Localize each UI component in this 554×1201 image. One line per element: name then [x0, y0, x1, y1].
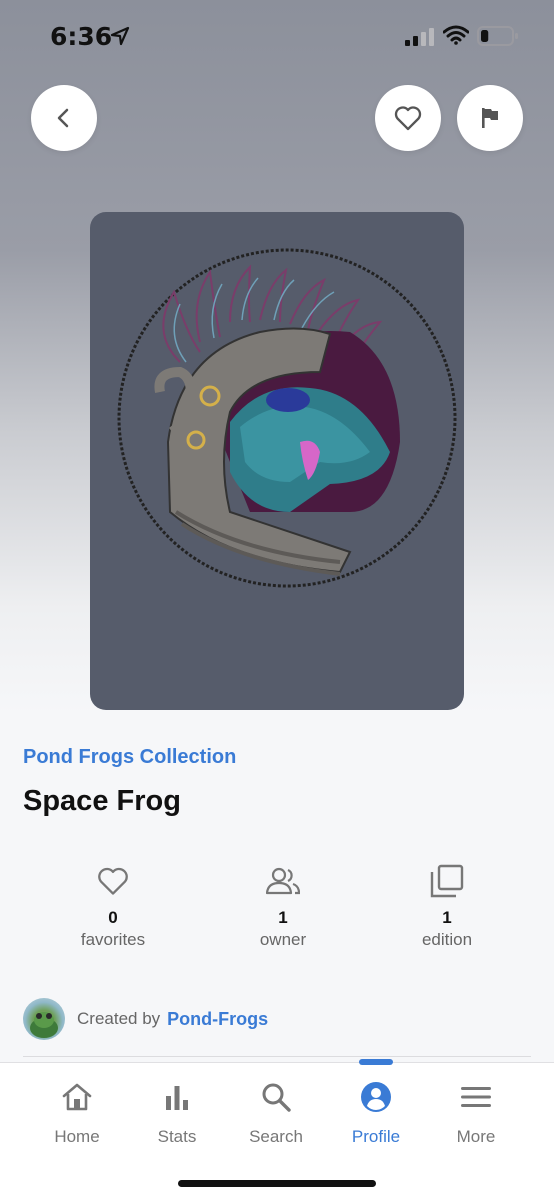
status-bar: 6:36	[0, 0, 554, 72]
stat-value: 1	[442, 908, 452, 927]
report-flag-button[interactable]	[457, 85, 523, 151]
creator-name-link[interactable]: Pond-Frogs	[167, 1009, 268, 1030]
flag-icon	[482, 108, 498, 128]
collection-link[interactable]: Pond Frogs Collection	[23, 746, 236, 769]
artwork-card[interactable]	[90, 212, 464, 710]
stat-owner[interactable]: 1 owner	[203, 862, 363, 950]
tab-stats[interactable]: Stats	[127, 1077, 227, 1147]
tab-search[interactable]: Search	[226, 1077, 326, 1147]
copy-icon	[430, 864, 464, 898]
divider	[23, 1056, 531, 1057]
menu-icon	[461, 1087, 491, 1107]
tab-home[interactable]: Home	[27, 1077, 127, 1147]
favorite-button[interactable]	[375, 85, 441, 151]
heart-icon	[98, 867, 128, 895]
back-button[interactable]	[31, 85, 97, 151]
cellular-signal-icon	[405, 28, 434, 46]
stat-favorites: 0 favorites	[33, 862, 193, 950]
page-title: Space Frog	[23, 785, 181, 817]
home-indicator	[178, 1180, 376, 1187]
creator-avatar[interactable]	[23, 998, 65, 1040]
stat-label: owner	[259, 930, 307, 949]
heart-icon	[394, 106, 422, 131]
stat-edition: 1 edition	[367, 862, 527, 950]
space-frog-artwork	[117, 248, 457, 588]
home-icon	[62, 1083, 92, 1111]
creator-row[interactable]: Created by Pond-Frogs	[23, 997, 268, 1041]
location-arrow-icon	[110, 26, 130, 46]
tab-label: More	[456, 1127, 496, 1146]
bar-chart-icon	[166, 1086, 188, 1110]
stat-value: 1	[278, 908, 288, 927]
created-by-label: Created by	[77, 1009, 161, 1028]
tab-label: Profile	[351, 1127, 401, 1146]
status-time: 6:36	[50, 22, 113, 51]
users-icon	[266, 867, 300, 895]
battery-icon	[477, 26, 518, 46]
frog-avatar-image	[30, 1012, 58, 1038]
tab-profile[interactable]: Profile	[326, 1077, 426, 1147]
chevron-left-icon	[57, 108, 69, 128]
tab-label: Stats	[157, 1127, 197, 1146]
tab-more[interactable]: More	[426, 1077, 526, 1147]
active-tab-indicator	[359, 1059, 393, 1065]
wifi-icon	[443, 25, 469, 45]
stat-label: edition	[421, 930, 473, 949]
stat-label: favorites	[80, 930, 146, 949]
tab-label: Home	[54, 1127, 100, 1146]
profile-icon	[361, 1082, 391, 1112]
stat-value: 0	[108, 908, 118, 927]
search-icon	[262, 1083, 291, 1112]
tab-label: Search	[249, 1127, 303, 1146]
